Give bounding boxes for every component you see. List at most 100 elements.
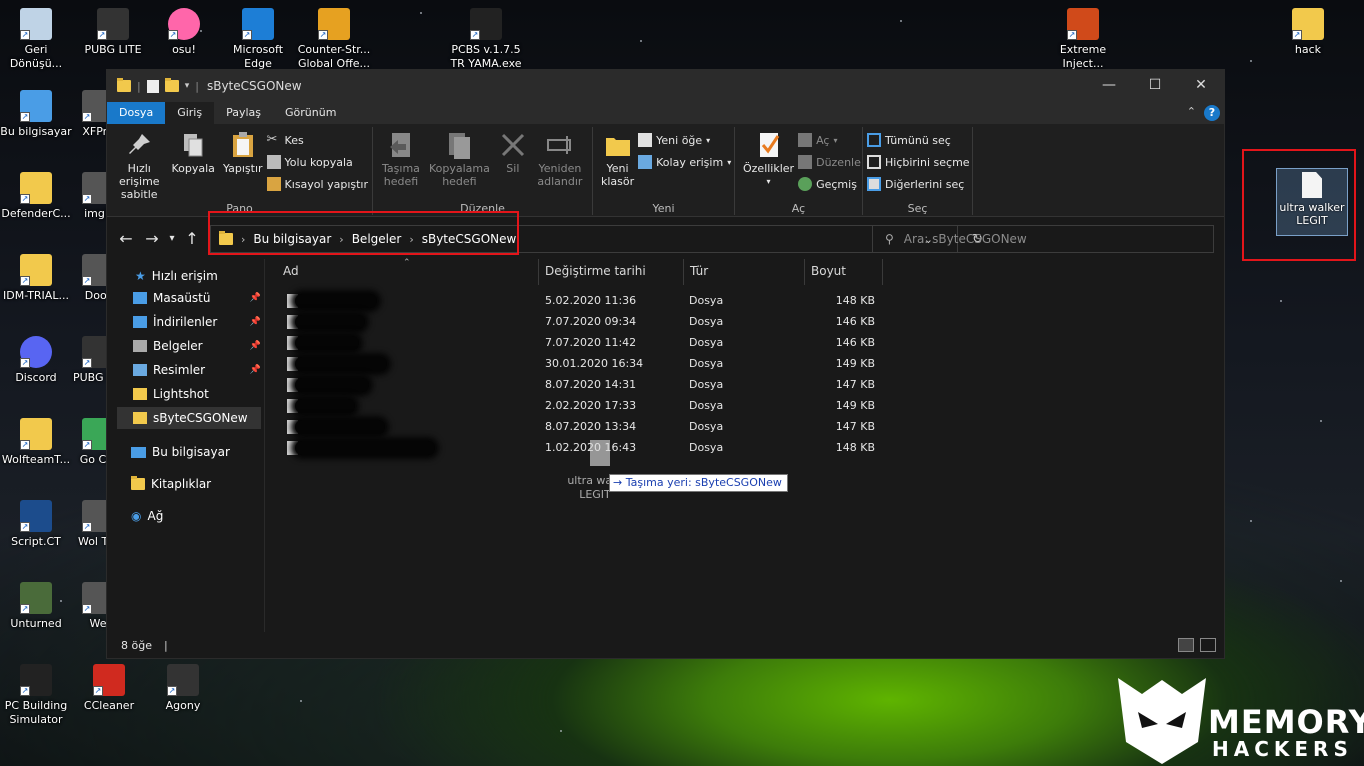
column-header-name[interactable]: Ad ⌃: [277, 258, 539, 285]
file-row[interactable]: 1.02.2020 16:43 Dosya 148 KB: [277, 437, 1217, 458]
chevron-up-icon[interactable]: ⌃: [1187, 105, 1196, 118]
nav-libraries[interactable]: Kitaplıklar: [131, 473, 211, 495]
new-item-button[interactable]: Yeni öğe ▾: [638, 129, 731, 151]
forward-button[interactable]: →: [139, 229, 165, 248]
nav-pictures[interactable]: Resimler 📌: [117, 359, 261, 381]
file-type: Dosya: [689, 294, 724, 307]
minimize-button[interactable]: —: [1086, 70, 1132, 102]
file-row[interactable]: 7.07.2020 09:34 Dosya 146 KB: [277, 311, 1217, 332]
properties-icon: [754, 130, 784, 160]
nav-quick-access-label: Hızlı erişim: [151, 269, 218, 283]
pin-icon: 📌: [249, 317, 261, 327]
file-row[interactable]: 5.02.2020 11:36 Dosya 148 KB: [277, 290, 1217, 311]
help-button[interactable]: ?: [1204, 105, 1220, 121]
file-size: 149 KB: [835, 399, 875, 412]
copy-to-icon: [444, 130, 474, 160]
column-header-type[interactable]: Tür: [684, 259, 805, 285]
nav-quick-access[interactable]: ★ Hızlı erişim: [135, 265, 218, 287]
desktop-icon: [133, 292, 147, 304]
file-date: 30.01.2020 16:34: [545, 357, 644, 370]
rename-button[interactable]: Yeniden adlandır: [532, 127, 588, 191]
nav-desktop[interactable]: Masaüstü 📌: [117, 287, 261, 309]
nav-sbytecsgonew[interactable]: sByteCSGONew: [117, 407, 261, 429]
new-folder-icon: [603, 130, 633, 160]
invert-selection-button[interactable]: Diğerlerini seç: [867, 173, 970, 195]
edit-icon: [798, 155, 813, 169]
back-button[interactable]: ←: [113, 229, 139, 248]
delete-button[interactable]: Sil: [494, 127, 532, 178]
redacted-filename: [295, 441, 435, 455]
properties-quick-icon[interactable]: [146, 79, 159, 93]
nav-downloads[interactable]: İndirilenler 📌: [117, 311, 261, 333]
large-icons-view-button[interactable]: [1200, 638, 1216, 652]
nav-lightshot[interactable]: Lightshot: [117, 383, 261, 405]
copy-path-button[interactable]: Yolu kopyala: [266, 151, 368, 173]
maximize-button[interactable]: ☐: [1132, 70, 1178, 102]
open-button[interactable]: Aç ▾: [798, 129, 861, 151]
tab-gorunum[interactable]: Görünüm: [273, 102, 348, 124]
move-to-icon: [386, 130, 416, 160]
file-type: Dosya: [689, 357, 724, 370]
pin-quick-access-button[interactable]: Hızlı erişime sabitle: [111, 127, 168, 204]
chevron-down-icon: ▾: [833, 135, 838, 145]
nav-documents[interactable]: Belgeler 📌: [117, 335, 261, 357]
nav-pictures-label: Resimler: [153, 363, 206, 377]
redacted-filename: [295, 378, 369, 392]
new-folder-quick-icon[interactable]: [164, 78, 179, 92]
column-header-date[interactable]: Değiştirme tarihi: [539, 259, 684, 285]
file-row[interactable]: 8.07.2020 13:34 Dosya 147 KB: [277, 416, 1217, 437]
file-type: Dosya: [689, 336, 724, 349]
file-type: Dosya: [689, 420, 724, 433]
history-button[interactable]: Geçmiş: [798, 173, 861, 195]
pin-icon: 📌: [249, 293, 261, 303]
nav-this-pc[interactable]: Bu bilgisayar: [131, 441, 230, 463]
nav-this-pc-label: Bu bilgisayar: [152, 445, 230, 459]
new-folder-label: Yeni klasör: [601, 162, 635, 188]
group-sec: Tümünü seç Hiçbirini seçme Diğerlerini s…: [863, 127, 973, 215]
scissors-icon: ✂: [266, 132, 278, 147]
paste-shortcut-button[interactable]: Kısayol yapıştır: [266, 173, 368, 195]
open-label: Aç: [816, 133, 830, 147]
folder-icon: [117, 78, 131, 92]
folder-icon: [133, 388, 147, 400]
details-view-button[interactable]: [1178, 638, 1194, 652]
close-button[interactable]: ✕: [1178, 70, 1224, 102]
edit-button[interactable]: Düzenle: [798, 151, 861, 173]
file-date: 7.07.2020 11:42: [545, 336, 637, 349]
tab-dosya[interactable]: Dosya: [107, 102, 166, 124]
select-all-label: Tümünü seç: [885, 133, 951, 147]
history-label: Geçmiş: [816, 177, 857, 191]
copy-to-button[interactable]: Kopyalama hedefi: [425, 127, 494, 191]
select-all-button[interactable]: Tümünü seç: [867, 129, 970, 151]
cut-button[interactable]: ✂ Kes: [267, 129, 368, 151]
column-header-size[interactable]: Boyut: [805, 259, 883, 285]
up-button[interactable]: ↑: [179, 229, 205, 248]
chevron-down-icon: ▾: [706, 135, 711, 145]
file-row[interactable]: 30.01.2020 16:34 Dosya 149 KB: [277, 353, 1217, 374]
group-yeni: Yeni klasör Yeni öğe ▾ Kolay erişim ▾ Yeni: [593, 127, 735, 215]
copy-button[interactable]: Kopyala: [168, 127, 219, 178]
select-none-button[interactable]: Hiçbirini seçme: [867, 151, 970, 173]
file-row[interactable]: 8.07.2020 14:31 Dosya 147 KB: [277, 374, 1217, 395]
tab-paylas[interactable]: Paylaş: [214, 102, 273, 124]
paste-button[interactable]: Yapıştır: [219, 127, 267, 178]
chevron-down-icon[interactable]: ▾: [185, 81, 190, 91]
search-input[interactable]: ⚲ Ara: sByteCSGONew: [872, 225, 1214, 253]
group-label-sec: Seç: [907, 202, 928, 215]
easy-access-button[interactable]: Kolay erişim ▾: [638, 151, 731, 173]
file-row[interactable]: 7.07.2020 11:42 Dosya 146 KB: [277, 332, 1217, 353]
properties-label: Özellikler: [743, 162, 795, 175]
recent-locations-button[interactable]: ▾: [165, 233, 179, 244]
redacted-filename: [295, 315, 365, 329]
select-none-icon: [867, 155, 881, 169]
properties-button[interactable]: Özellikler ▾: [739, 127, 798, 191]
copy-icon: [178, 130, 208, 160]
window-title: sByteCSGONew: [206, 79, 302, 93]
file-row[interactable]: 2.02.2020 17:33 Dosya 149 KB: [277, 395, 1217, 416]
new-folder-button[interactable]: Yeni klasör: [597, 127, 638, 191]
copy-path-label: Yolu kopyala: [284, 155, 353, 169]
group-label-yeni: Yeni: [652, 202, 675, 215]
nav-network[interactable]: ◉ Ağ: [131, 505, 163, 527]
move-to-button[interactable]: Taşıma hedefi: [377, 127, 425, 191]
tab-giris[interactable]: Giriş: [165, 102, 215, 124]
